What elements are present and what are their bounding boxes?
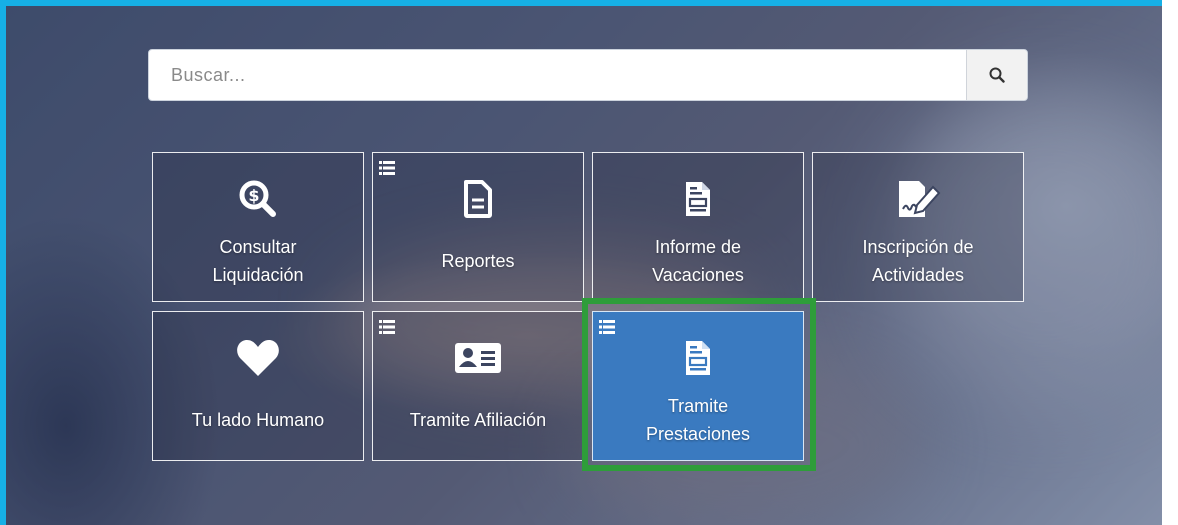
money-search-icon: $ — [239, 180, 276, 217]
tile-label-line2: Liquidación — [212, 265, 304, 285]
list-menu-icon[interactable] — [379, 161, 395, 175]
document-icon — [464, 180, 492, 218]
heart-icon — [237, 340, 279, 376]
tile-label-line1: Consultar — [219, 237, 297, 257]
search-bar — [148, 49, 1028, 101]
tile-consultar-liquidacion[interactable]: $ Consultar Liquidación — [152, 152, 364, 302]
tile-label-line2: Actividades — [871, 265, 965, 285]
tile-tramite-afiliacion[interactable]: Tramite Afiliación — [372, 311, 584, 461]
tile-tramite-prestaciones[interactable]: Tramite Prestaciones — [592, 311, 804, 461]
tile-reportes[interactable]: Reportes — [372, 152, 584, 302]
search-input[interactable] — [149, 50, 966, 100]
tile-inscripcion-actividades[interactable]: Inscripción de Actividades — [812, 152, 1024, 302]
tile-label-line2: Prestaciones — [645, 424, 751, 444]
signature-edit-icon — [899, 181, 941, 217]
tile-label-line1: Reportes — [441, 251, 515, 271]
id-card-icon — [455, 343, 501, 373]
search-button[interactable] — [966, 50, 1027, 100]
list-menu-icon[interactable] — [379, 320, 395, 334]
svg-text:$: $ — [248, 186, 259, 205]
tile-label-line1: Tu lado Humano — [191, 410, 325, 430]
tile-tu-lado-humano[interactable]: Tu lado Humano — [152, 311, 364, 461]
tile-label-line1: Tramite — [667, 396, 729, 416]
tile-label-line1: Inscripción de — [862, 237, 974, 257]
form-document-icon — [686, 341, 710, 375]
tile-label-line1: Informe de — [654, 237, 742, 257]
search-icon — [989, 67, 1005, 83]
tile-label-line2: Vacaciones — [652, 265, 744, 285]
list-menu-icon[interactable] — [599, 320, 615, 334]
form-document-icon — [686, 182, 710, 216]
tile-label-line1: Tramite Afiliación — [409, 410, 547, 430]
tile-informe-vacaciones[interactable]: Informe de Vacaciones — [592, 152, 804, 302]
